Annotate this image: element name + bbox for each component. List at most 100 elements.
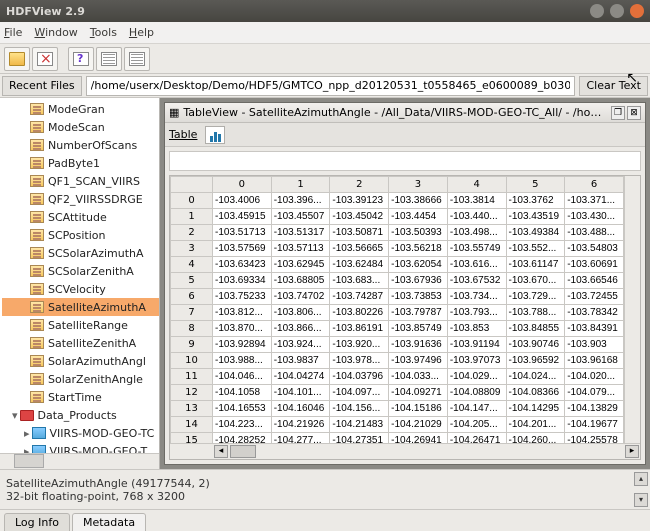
data-cell[interactable]: -104.08809 xyxy=(447,385,506,401)
data-cell[interactable]: -103.55749 xyxy=(447,241,506,257)
data-cell[interactable]: -103.50393 xyxy=(389,225,448,241)
row-header[interactable]: 14 xyxy=(171,417,213,433)
data-cell[interactable]: -103.97496 xyxy=(389,353,448,369)
data-cell[interactable]: -103.45915 xyxy=(213,209,272,225)
tree-dataset-item[interactable]: SatelliteAzimuthA xyxy=(2,298,159,316)
data-cell[interactable]: -103.670... xyxy=(506,273,565,289)
inner-maximize-button[interactable]: ❐ xyxy=(611,106,625,120)
tableview-titlebar[interactable]: ▦ TableView - SatelliteAzimuthAngle - /A… xyxy=(165,103,645,123)
data-cell[interactable]: -104.020... xyxy=(565,369,624,385)
tree-dataset-item[interactable]: SCSolarAzimuthA xyxy=(2,244,159,262)
data-cell[interactable]: -104.21926 xyxy=(271,417,330,433)
data-cell[interactable]: -103.86191 xyxy=(330,321,389,337)
data-cell[interactable]: -103.91194 xyxy=(447,337,506,353)
data-cell[interactable]: -103.92894 xyxy=(213,337,272,353)
data-cell[interactable]: -104.26941 xyxy=(389,433,448,444)
data-cell[interactable]: -103.4454 xyxy=(389,209,448,225)
cell-value-field[interactable] xyxy=(169,151,641,171)
data-cell[interactable]: -104.16046 xyxy=(271,401,330,417)
tree-dataset-item[interactable]: SatelliteRange xyxy=(2,316,159,334)
column-header[interactable]: 4 xyxy=(447,177,506,193)
menu-window[interactable]: Window xyxy=(34,26,77,39)
data-cell[interactable]: -103.61147 xyxy=(506,257,565,273)
data-cell[interactable]: -104.28252 xyxy=(213,433,272,444)
data-cell[interactable]: -103.488... xyxy=(565,225,624,241)
tree-dataset-item[interactable]: ModeScan xyxy=(2,118,159,136)
grid-vscrollbar[interactable] xyxy=(624,176,640,443)
data-cell[interactable]: -103.793... xyxy=(447,305,506,321)
column-header[interactable]: 3 xyxy=(389,177,448,193)
data-cell[interactable]: -103.371... xyxy=(565,193,624,209)
tree-dataset-item[interactable]: SatelliteZenithA xyxy=(2,334,159,352)
inner-close-button[interactable]: ⊠ xyxy=(627,106,641,120)
data-cell[interactable]: -103.56218 xyxy=(389,241,448,257)
data-cell[interactable]: -103.96168 xyxy=(565,353,624,369)
table-menu[interactable]: Table xyxy=(169,128,197,141)
data-cell[interactable]: -103.51713 xyxy=(213,225,272,241)
data-cell[interactable]: -103.866... xyxy=(271,321,330,337)
data-cell[interactable]: -103.54803 xyxy=(565,241,624,257)
data-cell[interactable]: -103.396... xyxy=(271,193,330,209)
data-cell[interactable]: -103.430... xyxy=(565,209,624,225)
data-cell[interactable]: -103.45507 xyxy=(271,209,330,225)
data-cell[interactable]: -104.15186 xyxy=(389,401,448,417)
close-button[interactable] xyxy=(630,4,644,18)
data-cell[interactable]: -104.04274 xyxy=(271,369,330,385)
data-cell[interactable]: -103.9837 xyxy=(271,353,330,369)
data-cell[interactable]: -104.201... xyxy=(506,417,565,433)
row-header[interactable]: 2 xyxy=(171,225,213,241)
tree-group-item[interactable]: ▾Data_Products xyxy=(2,406,159,424)
data-cell[interactable]: -104.024... xyxy=(506,369,565,385)
data-cell[interactable]: -103.552... xyxy=(506,241,565,257)
data-grid[interactable]: 01234560-103.4006-103.396...-103.39123-1… xyxy=(170,176,624,443)
file-path-input[interactable] xyxy=(86,76,576,96)
data-cell[interactable]: -103.75233 xyxy=(213,289,272,305)
data-cell[interactable]: -103.84391 xyxy=(565,321,624,337)
data-cell[interactable]: -103.57113 xyxy=(271,241,330,257)
row-header[interactable]: 9 xyxy=(171,337,213,353)
data-cell[interactable]: -103.78342 xyxy=(565,305,624,321)
data-cell[interactable]: -103.498... xyxy=(447,225,506,241)
row-header[interactable]: 15 xyxy=(171,433,213,444)
data-cell[interactable]: -104.101... xyxy=(271,385,330,401)
column-header[interactable]: 6 xyxy=(565,177,624,193)
data-cell[interactable]: -103.68805 xyxy=(271,273,330,289)
column-header[interactable]: 2 xyxy=(330,177,389,193)
row-header[interactable]: 0 xyxy=(171,193,213,209)
grid-hscrollbar[interactable]: ◂ ▸ xyxy=(170,443,640,459)
tree-h5-item[interactable]: ▸VIIRS-MOD-GEO-T xyxy=(2,442,159,453)
tree-dataset-item[interactable]: SCPosition xyxy=(2,226,159,244)
data-cell[interactable]: -103.67532 xyxy=(447,273,506,289)
status-scroll-up[interactable]: ▴ xyxy=(634,472,648,486)
data-cell[interactable]: -103.60691 xyxy=(565,257,624,273)
data-cell[interactable]: -104.033... xyxy=(389,369,448,385)
scroll-thumb[interactable] xyxy=(230,445,256,458)
row-header[interactable]: 7 xyxy=(171,305,213,321)
scroll-right-arrow[interactable]: ▸ xyxy=(625,445,639,458)
data-cell[interactable]: -103.920... xyxy=(330,337,389,353)
recent-files-button[interactable]: Recent Files xyxy=(2,76,82,96)
menu-help[interactable]: Help xyxy=(129,26,154,39)
data-cell[interactable]: -103.85749 xyxy=(389,321,448,337)
column-header[interactable]: 0 xyxy=(213,177,272,193)
minimize-button[interactable] xyxy=(590,4,604,18)
hdf4-button[interactable] xyxy=(96,47,122,71)
chart-button[interactable] xyxy=(205,126,225,144)
data-cell[interactable]: -103.84855 xyxy=(506,321,565,337)
data-cell[interactable]: -103.63423 xyxy=(213,257,272,273)
data-cell[interactable]: -104.046... xyxy=(213,369,272,385)
data-cell[interactable]: -103.79787 xyxy=(389,305,448,321)
data-cell[interactable]: -103.67936 xyxy=(389,273,448,289)
data-cell[interactable]: -103.3762 xyxy=(506,193,565,209)
data-cell[interactable]: -103.729... xyxy=(506,289,565,305)
data-cell[interactable]: -103.57569 xyxy=(213,241,272,257)
tree-dataset-item[interactable]: SolarAzimuthAngl xyxy=(2,352,159,370)
status-scroll-down[interactable]: ▾ xyxy=(634,493,648,507)
row-header[interactable]: 12 xyxy=(171,385,213,401)
data-cell[interactable]: -103.51317 xyxy=(271,225,330,241)
data-cell[interactable]: -103.90746 xyxy=(506,337,565,353)
row-header[interactable]: 8 xyxy=(171,321,213,337)
data-cell[interactable]: -103.62484 xyxy=(330,257,389,273)
data-cell[interactable]: -104.08366 xyxy=(506,385,565,401)
tree-dataset-item[interactable]: PadByte1 xyxy=(2,154,159,172)
